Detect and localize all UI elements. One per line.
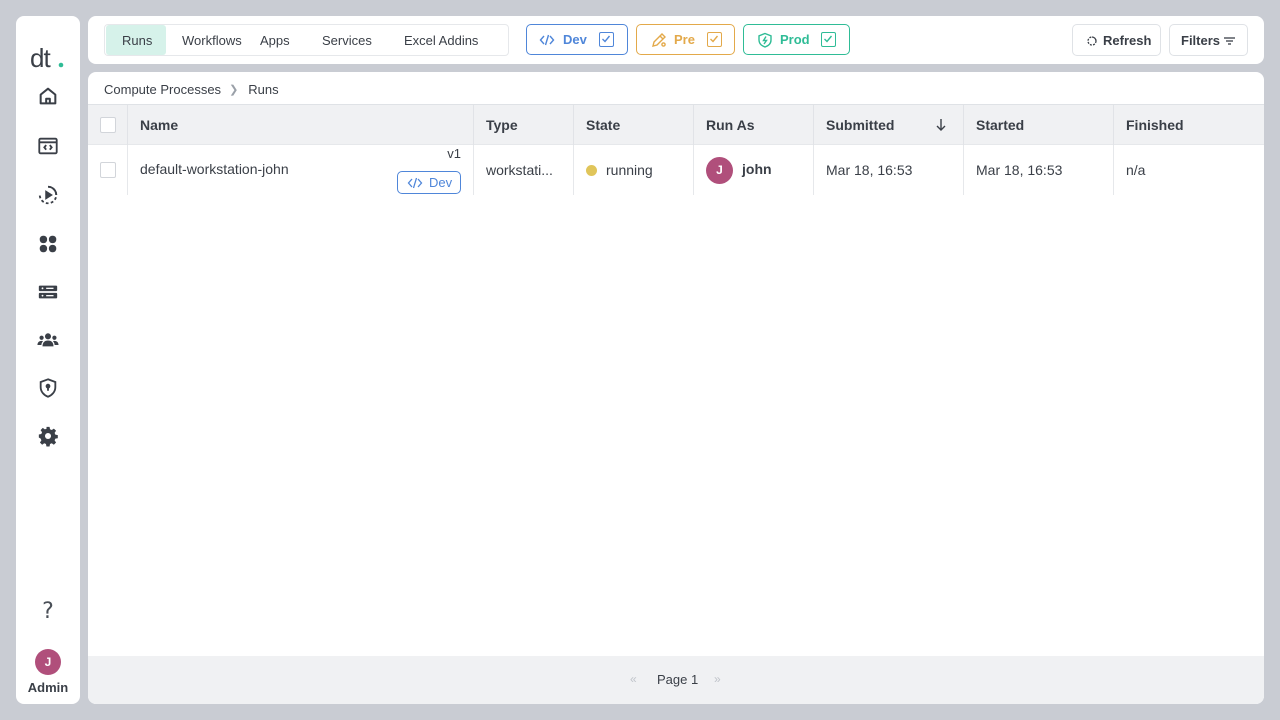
help-icon[interactable]: ?: [38, 600, 58, 624]
user-role-label: Admin: [27, 680, 69, 695]
cell-started: Mar 18, 16:53: [963, 145, 1113, 195]
pagination-bar: « Page 1 »: [88, 656, 1264, 704]
env-pre-label: Pre: [674, 32, 695, 47]
refresh-icon: [1087, 36, 1097, 46]
column-header-finished[interactable]: Finished: [1113, 105, 1264, 145]
gear-icon[interactable]: [36, 424, 60, 448]
user-avatar[interactable]: J: [35, 649, 61, 675]
users-icon[interactable]: [36, 328, 60, 352]
svg-text:dt: dt: [30, 45, 51, 73]
breadcrumb-runs[interactable]: Runs: [248, 82, 278, 97]
env-pre-toggle[interactable]: Pre: [636, 24, 735, 55]
cell-type: workstati...: [473, 145, 573, 195]
tab-runs[interactable]: Runs: [106, 25, 166, 55]
prev-page-button[interactable]: «: [630, 672, 637, 686]
server-icon[interactable]: [36, 280, 60, 304]
column-header-submitted[interactable]: Submitted: [813, 105, 963, 145]
status-dot: [586, 164, 597, 176]
run-name[interactable]: default-workstation-john: [140, 161, 289, 177]
tab-excel-addins[interactable]: Excel Addins: [404, 25, 504, 55]
logo[interactable]: dt: [30, 43, 66, 73]
env-prod-toggle[interactable]: Prod: [743, 24, 850, 55]
checkmark-icon: [602, 35, 611, 43]
page-indicator: Page 1: [657, 672, 699, 687]
column-header-type[interactable]: Type: [473, 105, 573, 145]
tab-workflows[interactable]: Workflows: [166, 25, 260, 55]
table-row[interactable]: default-workstation-john v1 Dev workstat…: [88, 145, 1264, 195]
env-dev-tag[interactable]: Dev: [397, 171, 461, 194]
column-header-started[interactable]: Started: [963, 105, 1113, 145]
run-as-user: john: [742, 161, 772, 177]
filters-label: Filters: [1181, 32, 1221, 48]
avatar: J: [706, 156, 733, 184]
refresh-button[interactable]: Refresh: [1072, 24, 1161, 56]
runs-panel: Compute Processes ❯ Runs Name Type State…: [88, 72, 1264, 704]
checkmark-icon: [710, 35, 719, 43]
next-page-button[interactable]: »: [714, 672, 721, 686]
column-header-state[interactable]: State: [573, 105, 693, 145]
select-all-checkbox[interactable]: [100, 117, 116, 133]
apps-grid-icon[interactable]: [36, 232, 60, 256]
top-toolbar: Runs Workflows Apps Services Excel Addin…: [88, 16, 1264, 64]
section-tabs: Runs Workflows Apps Services Excel Addin…: [104, 24, 509, 56]
chevron-right-icon: ❯: [229, 83, 239, 96]
tab-services[interactable]: Services: [322, 25, 404, 55]
runs-play-icon[interactable]: [36, 183, 60, 207]
code-icon: [539, 34, 555, 46]
cell-run-as: J john: [693, 145, 813, 195]
env-dev-checkbox[interactable]: [599, 32, 614, 47]
code-icon: [407, 177, 423, 188]
env-dev-label: Dev: [563, 32, 587, 47]
cell-finished: n/a: [1113, 145, 1264, 195]
filters-button[interactable]: Filters: [1169, 24, 1248, 56]
run-version: v1: [447, 146, 461, 161]
column-header-run-as[interactable]: Run As: [693, 105, 813, 145]
column-header-name[interactable]: Name: [127, 105, 473, 145]
cell-name: default-workstation-john v1 Dev: [127, 145, 473, 195]
env-dev-toggle[interactable]: Dev: [526, 24, 628, 55]
refresh-label: Refresh: [1103, 32, 1152, 48]
pencil-icon: [652, 33, 666, 47]
checkmark-icon: [824, 35, 833, 43]
breadcrumb: Compute Processes ❯ Runs: [104, 81, 279, 97]
breadcrumb-compute-processes[interactable]: Compute Processes: [104, 82, 221, 97]
sort-descending-icon[interactable]: [935, 118, 947, 132]
shield-bolt-icon: [758, 32, 772, 48]
cell-state: running: [573, 145, 693, 195]
env-prod-label: Prod: [780, 32, 810, 47]
column-header-submitted-label: Submitted: [826, 117, 895, 133]
row-checkbox[interactable]: [100, 162, 116, 178]
env-dev-tag-label: Dev: [429, 175, 453, 190]
filter-lines-icon: [1224, 37, 1235, 45]
env-prod-checkbox[interactable]: [821, 32, 836, 47]
home-icon[interactable]: [36, 84, 60, 108]
cell-submitted: Mar 18, 16:53: [813, 145, 963, 195]
sidebar: dt ? J Admin: [16, 16, 80, 704]
code-window-icon[interactable]: [36, 134, 60, 158]
tab-apps[interactable]: Apps: [260, 25, 322, 55]
status-text: running: [606, 162, 653, 178]
env-pre-checkbox[interactable]: [707, 32, 722, 47]
shield-lock-icon[interactable]: [36, 376, 60, 400]
table-header: Name Type State Run As Submitted Started…: [88, 104, 1264, 145]
